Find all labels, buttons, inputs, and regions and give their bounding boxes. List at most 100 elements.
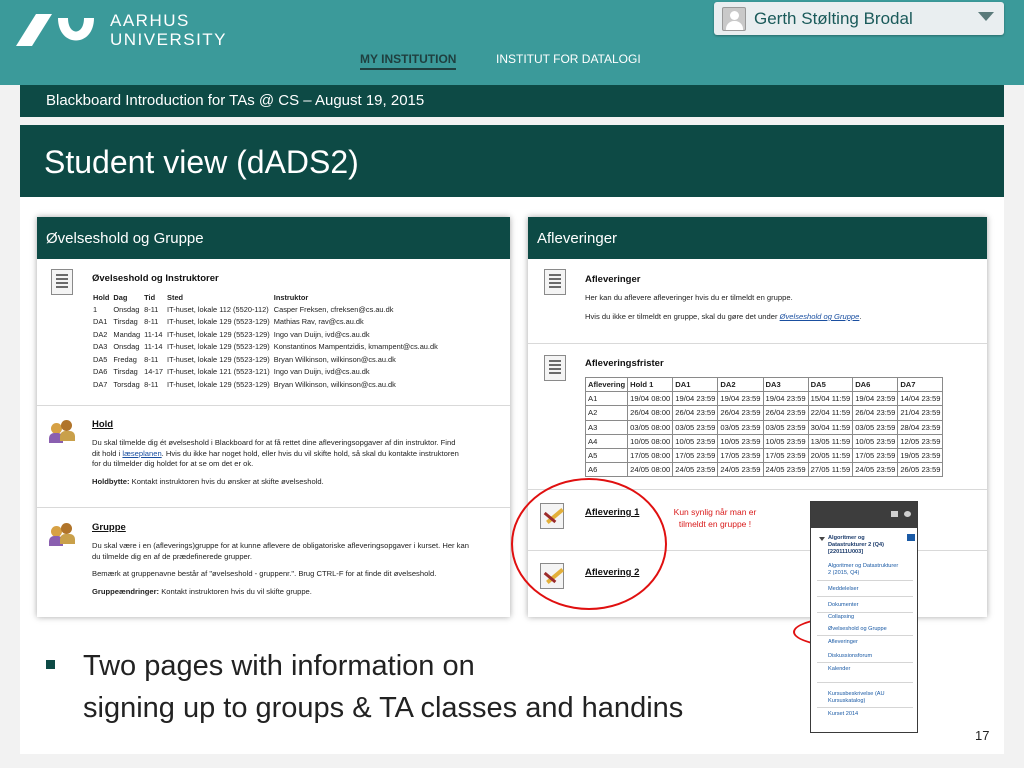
table-cell: A3 — [584, 419, 629, 435]
course-title[interactable]: Blackboard Introduction for TAs @ CS – A… — [46, 92, 424, 109]
menu-item-kursusbeskrivelse[interactable]: Kursusbeskrivelse (AU Kursuskatalog) — [828, 691, 885, 705]
table-cell: 26/04 23:59 — [852, 405, 899, 421]
afleveringer-text-line2: Hvis du ikke er tilmeldt en gruppe, skal… — [585, 312, 862, 323]
user-name: Gerth Stølting Brodal — [754, 9, 913, 28]
table-header: DA1 — [672, 376, 719, 393]
menu-item-kurset-2014[interactable]: Kurset 2014 — [828, 711, 858, 718]
table-header: Hold 1 — [627, 376, 674, 393]
table-cell: 03/05 23:59 — [672, 419, 719, 435]
table-cell: 28/04 23:59 — [897, 419, 944, 435]
hold-text-pre: dit hold i — [92, 448, 123, 458]
table-cell: IT-huset, lokale 121 (5523-121) — [167, 367, 270, 377]
afleveringer-text-line1: Her kan du aflevere afleveringer hvis du… — [585, 293, 793, 302]
table-cell: Ingo van Duijn, ivd@cs.au.dk — [273, 329, 370, 339]
menu-item-dokumenter[interactable]: Dokumenter — [828, 602, 858, 609]
table-header: Hold — [93, 293, 110, 302]
section-title-gruppe[interactable]: Gruppe — [92, 522, 126, 533]
table-cell: Fredag — [113, 354, 137, 364]
table-row: A2 26/04 08:00 26/04 23:59 26/04 23:59 26/04… — [584, 405, 944, 421]
ovelseshold-og-gruppe-link[interactable]: Øvelseshold og Gruppe — [780, 312, 860, 321]
table-cell: Torsdag — [113, 379, 140, 389]
table-cell: Bryan Wilkinson, wilkinson@cs.au.dk — [273, 379, 396, 389]
menu-item-course-home[interactable]: Algoritmer og Datastrukturer 2 (2015, Q4… — [828, 563, 898, 577]
table-row: DA3 Onsdag 11-14 IT-huset, lokale 129 (5523… — [93, 341, 442, 354]
hold-change-text: Kontakt instruktoren hvis du ønsker at s… — [129, 477, 324, 486]
table-cell: 10/05 23:59 — [717, 433, 764, 449]
table-cell: 03/05 08:00 — [627, 419, 674, 435]
aarhus-university-logo-icon[interactable] — [12, 8, 96, 52]
table-cell: 26/04 23:59 — [717, 405, 764, 421]
table-header: Tid — [144, 293, 156, 302]
table-header: Sted — [167, 293, 184, 302]
hold-change-note: Holdbytte: Kontakt instruktoren hvis du … — [92, 477, 502, 488]
menu-item-collapsing[interactable]: Collapsing — [828, 614, 854, 621]
tab-my-institution[interactable]: MY INSTITUTION — [360, 52, 457, 70]
course-name[interactable]: Algoritmer og Datastrukturer 2 (Q4) [220… — [828, 535, 884, 556]
table-cell: Onsdag — [113, 304, 140, 314]
table-cell: Ingo van Duijn, ivd@cs.au.dk — [273, 367, 370, 377]
table-cell: 17/05 23:59 — [852, 447, 899, 464]
laeseplan-link[interactable]: læseplanen — [122, 449, 161, 458]
group-icon — [49, 520, 75, 546]
menu-item-afleveringer[interactable]: Afleveringer — [828, 639, 858, 646]
table-cell: 26/04 08:00 — [627, 405, 674, 421]
hold-text-line2: dit hold i læseplanen. Hvis du ikke har … — [92, 449, 502, 460]
group-icon — [49, 417, 75, 443]
menu-item-kursusbeskrivelse-line2: Kursuskatalog) — [828, 698, 866, 704]
bullet-text-line1: Two pages with information on — [83, 650, 475, 682]
collapse-triangle-icon[interactable] — [819, 537, 825, 541]
table-cell: 19/04 23:59 — [717, 391, 764, 407]
menu-item-kalender[interactable]: Kalender — [828, 666, 850, 673]
refresh-icon[interactable] — [904, 511, 911, 517]
table-cell: 30/04 11:59 — [807, 419, 854, 435]
home-icon[interactable] — [907, 534, 915, 541]
course-name-line3: [220111U003] — [828, 549, 864, 555]
menu-item-meddelelser[interactable]: Meddelelser — [828, 586, 858, 593]
table-cell: Onsdag — [113, 342, 140, 352]
folder-icon[interactable] — [891, 511, 898, 517]
table-cell: Mathias Rav, rav@cs.au.dk — [273, 317, 364, 327]
table-row: A5 17/05 08:00 17/05 23:59 17/05 23:59 17/05… — [584, 447, 944, 464]
avatar-icon — [722, 7, 746, 31]
table-cell: DA1 — [93, 317, 108, 327]
hold-change-label: Holdbytte: — [92, 477, 130, 486]
panel-header: Afleveringer — [528, 217, 987, 259]
table-cell: 26/04 23:59 — [762, 405, 809, 421]
table-cell: IT-huset, lokale 129 (5523-129) — [167, 354, 270, 364]
table-cell: 26/04 23:59 — [672, 405, 719, 421]
section-title-ovelseshold-instruktorer[interactable]: Øvelseshold og Instruktorer — [92, 273, 219, 284]
gruppe-description: Du skal være i en (afleverings)gruppe fo… — [92, 541, 502, 562]
table-row: A6 24/05 08:00 24/05 23:59 24/05 23:59 24/05… — [584, 462, 944, 478]
table-row: 1 Onsdag 8-11 IT-huset, lokale 112 (5520-11… — [93, 303, 442, 316]
table-cell: 21/04 23:59 — [897, 405, 944, 421]
table-cell: A4 — [584, 433, 629, 449]
section-title-afleveringsfrister[interactable]: Afleveringsfrister — [585, 358, 664, 369]
table-cell: A2 — [584, 405, 629, 421]
table-header: DA7 — [897, 376, 944, 393]
table-cell: 10/05 23:59 — [762, 433, 809, 449]
table-cell: Mandag — [113, 329, 141, 339]
chevron-down-icon[interactable] — [978, 12, 994, 21]
user-menu[interactable]: Gerth Stølting Brodal — [714, 2, 1004, 35]
table-header: DA2 — [717, 376, 764, 393]
panel-ovelseshold-og-gruppe: Øvelseshold og Gruppe Øvelseshold og Ins… — [37, 217, 510, 617]
table-cell: 11-14 — [144, 342, 163, 352]
table-cell: 11-14 — [144, 329, 163, 339]
course-name-line1: Algoritmer og — [828, 535, 865, 541]
menu-item-diskussionsforum[interactable]: Diskussionsforum — [828, 653, 872, 660]
table-cell: DA5 — [93, 354, 108, 364]
divider — [817, 635, 913, 636]
tab-institut-for-datalogi[interactable]: INSTITUT FOR DATALOGI — [496, 52, 641, 66]
table-cell: Tirsdag — [113, 317, 138, 327]
section-title-hold[interactable]: Hold — [92, 419, 113, 430]
table-cell: 19/04 23:59 — [672, 391, 719, 407]
gruppe-change-note: Gruppeændringer: Kontakt instruktoren hv… — [92, 587, 502, 598]
table-cell: 14-17 — [144, 367, 164, 377]
menu-item-ovelseshold-og-gruppe[interactable]: Øvelseshold og Gruppe — [828, 626, 887, 633]
section-title-afleveringer[interactable]: Afleveringer — [585, 274, 640, 285]
table-cell: 24/05 23:59 — [762, 462, 809, 478]
hold-text-line1: Du skal tilmelde dig ét øvelseshold i Bl… — [92, 438, 456, 447]
slide-title: Student view (dADS2) — [44, 144, 359, 180]
table-cell: 20/05 11:59 — [807, 447, 854, 464]
divider — [817, 707, 913, 708]
